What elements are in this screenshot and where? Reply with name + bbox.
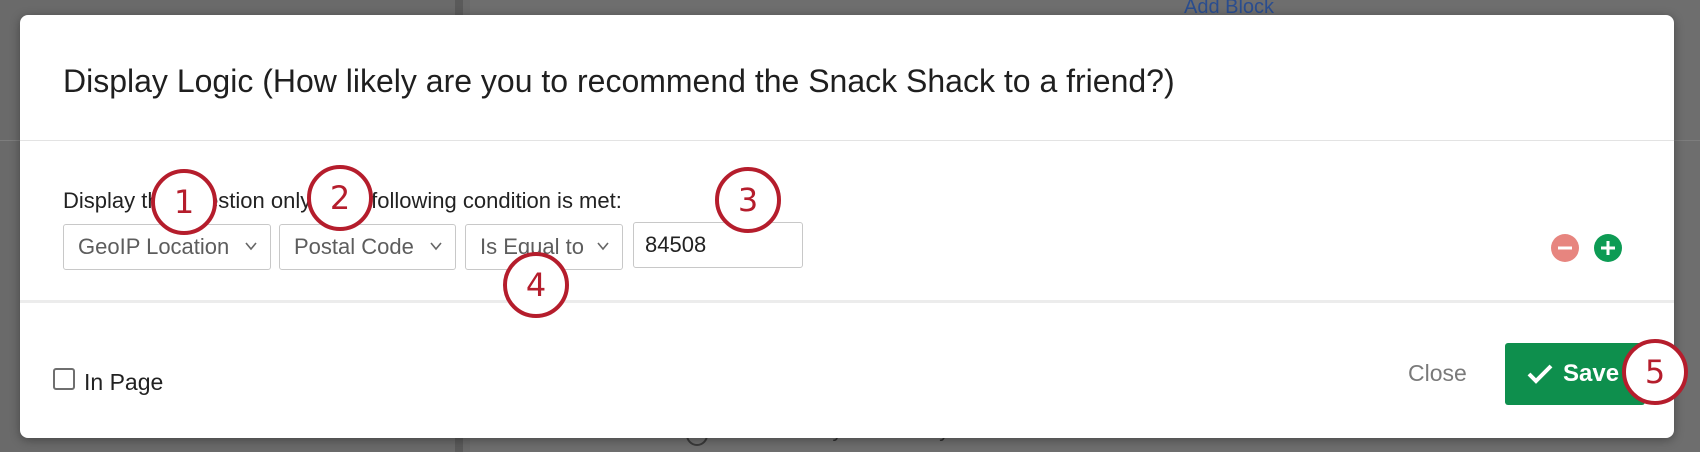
chevron-down-icon [430,242,442,251]
callout-3: 3 [715,167,781,233]
field-dropdown-label: Postal Code [294,234,414,259]
callout-5: 5 [1622,339,1688,405]
source-dropdown[interactable]: GeoIP Location [63,224,271,270]
modal-header: Display Logic (How likely are you to rec… [20,15,1674,141]
minus-icon [1558,246,1572,250]
add-condition-button[interactable] [1594,234,1622,262]
chevron-down-icon [245,242,257,251]
in-page-label: In Page [84,369,164,395]
condition-value-input[interactable] [633,222,803,268]
display-logic-modal: Display Logic (How likely are you to rec… [20,15,1674,438]
plus-icon [1601,241,1615,255]
field-dropdown[interactable]: Postal Code [279,224,456,270]
modal-title: Display Logic (How likely are you to rec… [63,63,1175,99]
remove-condition-button[interactable] [1551,234,1579,262]
callout-4: 4 [503,252,569,318]
callout-1: 1 [151,169,217,235]
in-page-checkbox[interactable] [53,368,75,390]
save-button-label: Save [1563,360,1620,387]
modal-body: Display this question only if the follow… [20,142,1674,303]
checkmark-icon [1527,364,1553,384]
source-dropdown-label: GeoIP Location [78,234,230,259]
callout-2: 2 [307,165,373,231]
close-button[interactable]: Close [1408,360,1467,387]
chevron-down-icon [597,242,609,251]
